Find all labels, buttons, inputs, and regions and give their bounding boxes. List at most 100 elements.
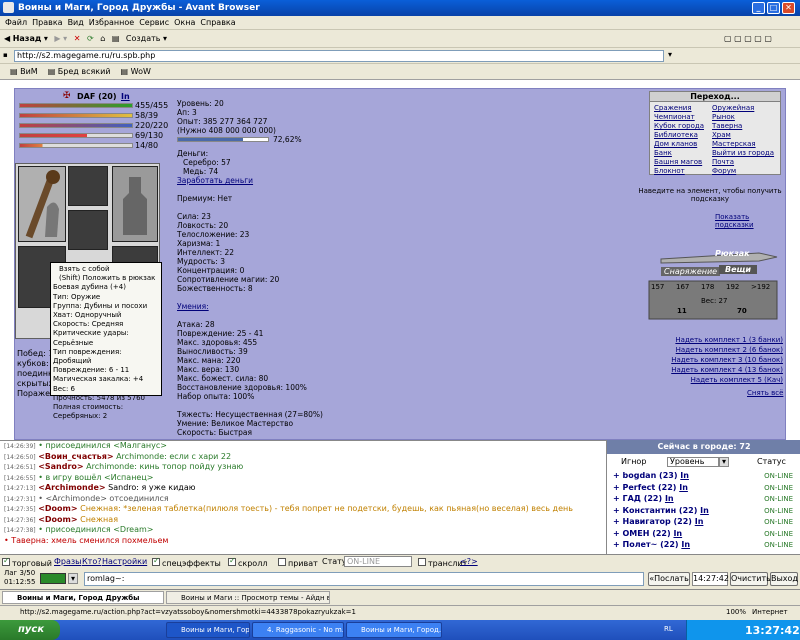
kit-link-3[interactable]: Надеть комплект 4 (13 банок) <box>655 365 783 375</box>
nav-item-4[interactable]: Кубок города <box>654 122 704 130</box>
favorite-0[interactable]: ▤ ВиМ <box>10 64 38 79</box>
menu-item-2[interactable]: Вид <box>68 16 84 29</box>
player-row[interactable]: + ГАД (22) In ON-LINE <box>613 493 799 505</box>
player-name[interactable]: Навигатор (22) <box>623 517 692 526</box>
player-name[interactable]: bogdan (23) <box>623 471 678 480</box>
task-game[interactable]: Воины и Маги, Город... <box>166 622 250 638</box>
undress-link[interactable]: Снять всё <box>747 389 783 397</box>
player-info-link[interactable]: In <box>680 471 689 480</box>
nav-item-5[interactable]: Таверна <box>712 122 742 130</box>
menu-item-6[interactable]: Справка <box>200 16 235 29</box>
kit-link-2[interactable]: Надеть комплект 3 (10 банок) <box>655 355 783 365</box>
kit-link-1[interactable]: Надеть комплект 2 (6 банок) <box>655 345 783 355</box>
nav-item-14[interactable]: Блокнот <box>654 167 685 175</box>
url-input[interactable]: http://s2.magegame.ru/ru.spb.php <box>14 50 664 62</box>
nav-item-8[interactable]: Дом кланов <box>654 140 697 148</box>
nav-item-6[interactable]: Библиотека <box>654 131 698 139</box>
nav-item-2[interactable]: Чемпионат <box>654 113 695 121</box>
sort-select[interactable]: Уровень <box>667 457 719 467</box>
forward-button[interactable]: ▶ ▾ <box>54 30 67 47</box>
expand-icon[interactable]: + <box>613 529 623 538</box>
translit-checkbox[interactable]: транслит <box>418 557 467 568</box>
toolbar-right-icons[interactable]: ▢ ▢ ▢ ▢ ▢ <box>724 30 772 47</box>
nav-item-3[interactable]: Рынок <box>712 113 735 121</box>
kit-link-0[interactable]: Надеть комплект 1 (3 банки) <box>655 335 783 345</box>
nav-item-9[interactable]: Мастерская <box>712 140 756 148</box>
go-button[interactable]: ▾ <box>668 50 672 59</box>
expand-icon[interactable]: + <box>613 506 623 515</box>
backpack-title[interactable]: Рюкзак <box>715 249 750 258</box>
armor-slot[interactable] <box>68 210 108 250</box>
close-button[interactable]: ✕ <box>782 2 795 14</box>
player-name[interactable]: Константин (22) <box>623 506 698 515</box>
expand-icon[interactable]: + <box>613 471 623 480</box>
favorite-2[interactable]: ▤ WoW <box>121 64 151 79</box>
kit-link-4[interactable]: Надеть комплект 5 (Кач) <box>655 375 783 385</box>
task-game-2[interactable]: Воины и Маги, Город... <box>346 622 442 638</box>
expand-icon[interactable]: + <box>613 517 623 526</box>
clear-button[interactable]: Очистить <box>730 572 771 586</box>
player-info-link[interactable]: In <box>673 529 682 538</box>
helmet-slot[interactable] <box>68 166 108 206</box>
player-name[interactable]: ОМЕН (22) <box>623 529 671 538</box>
settings-link[interactable]: Настройки <box>102 557 147 566</box>
tab-active[interactable]: Воины и Маги, Город Дружбы <box>2 591 164 604</box>
player-info-link[interactable]: In <box>695 517 704 526</box>
character-info-link[interactable]: In <box>121 92 130 101</box>
stop-icon[interactable]: ✕ <box>74 30 81 47</box>
create-button[interactable]: ▤ Создать ▾ <box>112 30 167 47</box>
message-input[interactable]: romlag~: <box>84 572 644 586</box>
menu-item-3[interactable]: Избранное <box>89 16 134 29</box>
minimize-button[interactable]: _ <box>752 2 765 14</box>
nav-item-11[interactable]: Выйти из города <box>712 149 774 157</box>
tab-forum[interactable]: Воины и Маги :: Просмотр темы - Айдн в..… <box>166 591 330 604</box>
menu-item-1[interactable]: Правка <box>32 16 62 29</box>
equipment-tab[interactable]: Снаряжение <box>661 267 721 276</box>
sort-dropdown-icon[interactable]: ▾ <box>719 457 729 467</box>
nav-item-1[interactable]: Оружейная <box>712 104 754 112</box>
character-name[interactable]: DAF (20) <box>77 92 117 101</box>
show-hints-link[interactable]: Показать подсказки <box>715 213 785 229</box>
exit-button[interactable]: Выход <box>770 572 798 586</box>
help-link[interactable]: <?> <box>460 557 478 566</box>
player-row[interactable]: + Perfect (22) In ON-LINE <box>613 482 799 494</box>
language-indicator[interactable]: RL <box>664 625 673 633</box>
refresh-icon[interactable]: ⟳ <box>87 30 94 47</box>
effects-checkbox[interactable]: спецэффекты <box>152 556 221 568</box>
home-icon[interactable]: ⌂ <box>100 30 105 47</box>
back-button[interactable]: ◀ Назад ▾ <box>4 30 48 47</box>
player-row[interactable]: + ОМЕН (22) In ON-LINE <box>613 528 799 540</box>
nav-item-10[interactable]: Банк <box>654 149 672 157</box>
player-name[interactable]: Полет~ (22) <box>623 540 679 549</box>
chat-author[interactable]: <Doom> <box>38 504 77 513</box>
tooltip-action-1[interactable]: (Shift) Положить в рюкзак <box>53 274 159 283</box>
player-info-link[interactable]: In <box>665 494 674 503</box>
nav-item-7[interactable]: Храм <box>712 131 731 139</box>
skills-link[interactable]: Умения: <box>177 302 377 311</box>
chat-log[interactable]: [14:26:39] • присоединился <Малганус> [14… <box>0 440 606 554</box>
player-info-link[interactable]: In <box>679 483 688 492</box>
zoom-level[interactable]: 100% <box>726 608 746 616</box>
color-picker[interactable] <box>40 573 66 584</box>
menu-item-5[interactable]: Окна <box>174 16 195 29</box>
chat-author[interactable]: <Воин_счастья> <box>38 452 113 461</box>
player-row[interactable]: + Константин (22) In ON-LINE <box>613 505 799 517</box>
player-name[interactable]: Perfect (22) <box>623 483 677 492</box>
favorite-1[interactable]: ▤ Бред всякий <box>48 64 111 79</box>
expand-icon[interactable]: + <box>613 540 623 549</box>
send-button[interactable]: «Послать <box>648 572 690 586</box>
tooltip-action-0[interactable]: Взять с собой <box>53 265 159 274</box>
start-button[interactable]: пуск <box>0 620 60 640</box>
earn-money-link[interactable]: Заработать деньги <box>177 176 377 185</box>
scroll-checkbox[interactable]: скролл <box>228 556 267 568</box>
chat-author[interactable]: <Sandro> <box>38 462 83 471</box>
player-row[interactable]: + Полет~ (22) In ON-LINE <box>613 539 799 551</box>
chat-author[interactable]: <Doom> <box>38 515 77 524</box>
player-row[interactable]: + bogdan (23) In ON-LINE <box>613 470 799 482</box>
menu-item-0[interactable]: Файл <box>5 16 27 29</box>
player-name[interactable]: ГАД (22) <box>623 494 663 503</box>
items-tab[interactable]: Вещи <box>719 265 757 274</box>
shield-slot[interactable] <box>112 166 158 242</box>
expand-icon[interactable]: + <box>613 483 623 492</box>
chat-author[interactable]: <Archimonde> <box>38 483 105 492</box>
